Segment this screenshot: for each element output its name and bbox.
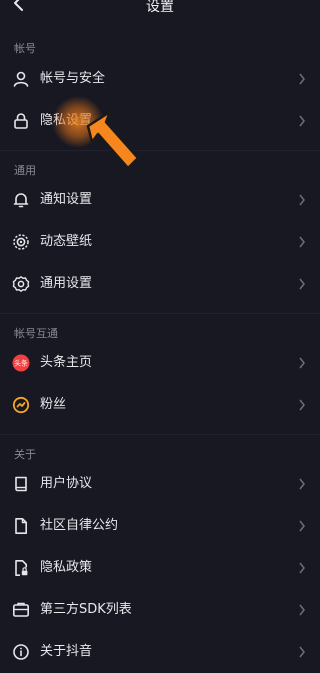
section-divider xyxy=(0,313,320,314)
settings-item-general-settings[interactable]: 通用设置 xyxy=(0,263,320,305)
page-title: 设置 xyxy=(146,0,174,15)
settings-item-user-agreement[interactable]: 用户协议 xyxy=(0,463,320,505)
settings-item-privacy-policy[interactable]: 隐私政策 xyxy=(0,547,320,589)
lock-icon xyxy=(14,113,28,129)
gear-icon xyxy=(12,276,30,292)
settings-item-label: 社区自律公约 xyxy=(40,518,119,533)
chevron-right-icon xyxy=(299,357,305,369)
wallpaper-icon xyxy=(13,234,29,250)
chevron-right-icon xyxy=(299,646,305,658)
settings-item-privacy[interactable]: 隐私设置 xyxy=(0,100,320,142)
chevron-right-icon xyxy=(299,520,305,532)
privacy-doc-icon xyxy=(15,560,28,576)
info-icon xyxy=(13,644,29,660)
top-bar: 设置 xyxy=(0,0,320,18)
settings-item-label: 通知设置 xyxy=(40,192,93,207)
document-icon xyxy=(15,518,27,534)
chevron-right-icon xyxy=(299,73,305,85)
fans-icon xyxy=(12,396,30,414)
chevron-right-icon xyxy=(299,278,305,290)
chevron-right-icon xyxy=(299,236,305,248)
settings-item-toutiao-home[interactable]: 头条 头条主页 xyxy=(0,342,320,384)
chevron-right-icon xyxy=(299,604,305,616)
settings-item-notifications[interactable]: 通知设置 xyxy=(0,179,320,221)
settings-item-fans[interactable]: 粉丝 xyxy=(0,384,320,426)
svg-text:头条: 头条 xyxy=(14,359,28,368)
settings-item-label: 帐号与安全 xyxy=(40,71,106,86)
person-icon xyxy=(13,71,29,87)
chevron-right-icon xyxy=(299,478,305,490)
settings-item-label: 第三方SDK列表 xyxy=(40,602,132,617)
settings-item-live-wallpaper[interactable]: 动态壁纸 xyxy=(0,221,320,263)
book-icon xyxy=(15,476,27,492)
sdk-list-icon xyxy=(12,602,29,617)
section-header-general: 通用 xyxy=(14,164,36,177)
settings-item-community-guidelines[interactable]: 社区自律公约 xyxy=(0,505,320,547)
bell-icon xyxy=(13,193,29,208)
settings-item-third-party-sdk[interactable]: 第三方SDK列表 xyxy=(0,589,320,631)
section-header-about: 关于 xyxy=(14,448,36,461)
settings-item-label: 隐私设置 xyxy=(40,113,93,128)
settings-item-label: 用户协议 xyxy=(40,476,93,491)
section-header-interop: 帐号互通 xyxy=(14,327,58,340)
settings-item-label: 通用设置 xyxy=(40,276,93,291)
chevron-right-icon xyxy=(299,562,305,574)
section-divider xyxy=(0,434,320,435)
chevron-right-icon xyxy=(299,399,305,411)
toutiao-icon: 头条 xyxy=(12,354,30,372)
settings-item-about-douyin[interactable]: 关于抖音 xyxy=(0,631,320,673)
settings-item-label: 动态壁纸 xyxy=(40,234,93,249)
settings-item-account-security[interactable]: 帐号与安全 xyxy=(0,58,320,100)
settings-item-label: 关于抖音 xyxy=(40,644,93,659)
section-header-account: 帐号 xyxy=(14,42,36,55)
chevron-right-icon xyxy=(299,115,305,127)
section-divider xyxy=(0,150,320,151)
settings-item-label: 粉丝 xyxy=(40,397,67,412)
settings-item-label: 头条主页 xyxy=(40,355,93,370)
chevron-right-icon xyxy=(299,194,305,206)
settings-item-label: 隐私政策 xyxy=(40,560,93,575)
